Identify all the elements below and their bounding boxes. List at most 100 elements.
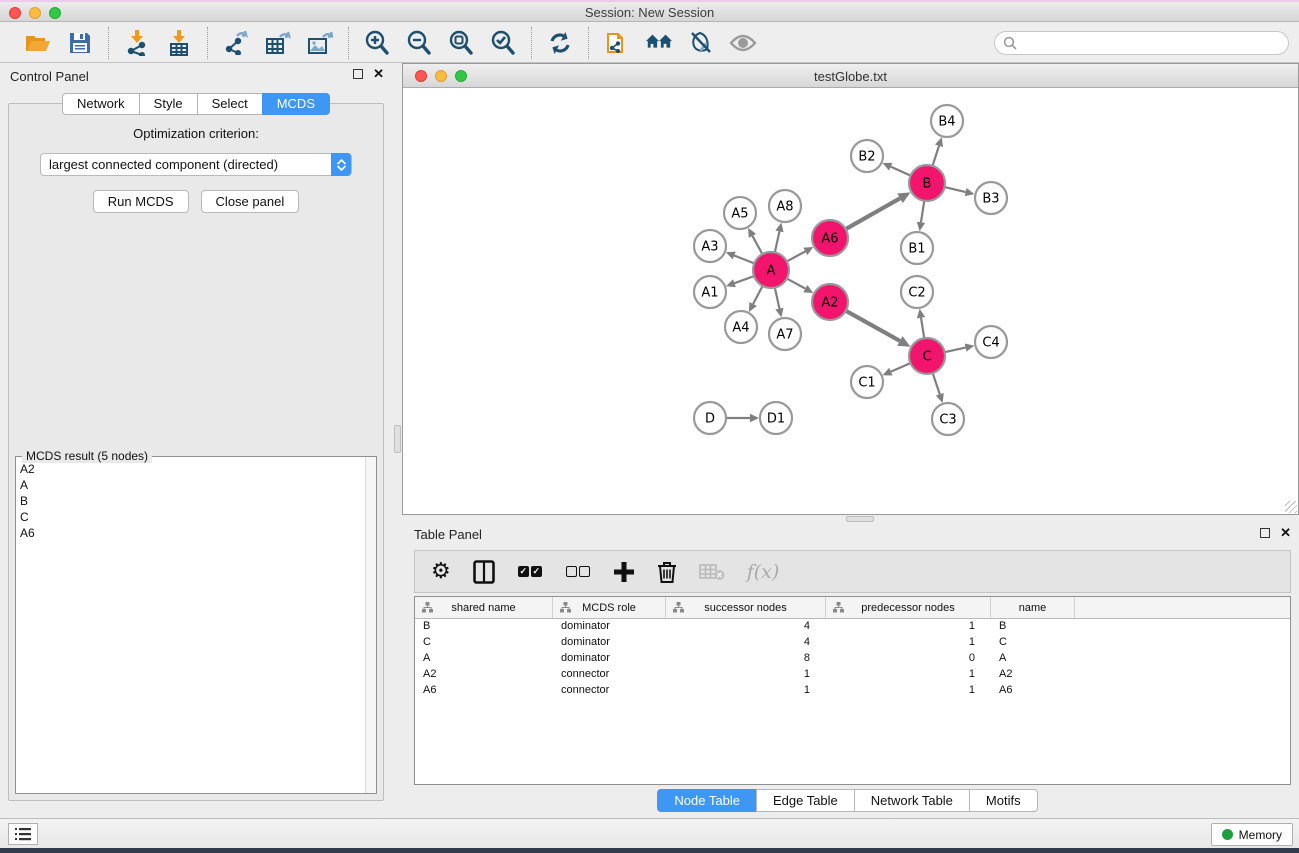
export-table-icon[interactable] [264,29,292,57]
table-cell[interactable]: A [415,651,553,667]
edge-A-A1[interactable] [734,276,754,283]
table-cell[interactable]: 1 [826,683,991,699]
table-cell[interactable]: 1 [826,635,991,651]
clone-network-icon[interactable] [603,29,631,57]
save-session-icon[interactable] [66,29,94,57]
table-cell[interactable]: B [415,619,553,635]
table-close-icon[interactable]: ✕ [1280,528,1291,538]
zoom-selected-icon[interactable] [489,29,517,57]
edge-C-C1[interactable] [891,363,911,372]
edge-A-A2[interactable] [787,279,806,289]
network-graph[interactable]: B4B2BB3A5A8A6A3B1AA1C2A2A4A7C4CC1C3DD1 [403,88,1298,514]
edge-B-B4[interactable] [933,146,939,166]
edge-B-B3[interactable] [945,187,966,192]
table-cell[interactable]: A2 [991,667,1075,683]
select-all-icon[interactable]: ✓✓ [517,559,543,585]
edge-A2-C[interactable] [846,311,900,341]
tab-select[interactable]: Select [197,93,262,115]
search-input[interactable] [1021,36,1288,50]
task-history-button[interactable] [8,823,38,845]
column-header-predecessor-nodes[interactable]: predecessor nodes [826,597,991,618]
tab-motifs[interactable]: Motifs [969,789,1038,812]
table-cell[interactable]: 0 [826,651,991,667]
edge-A-A8[interactable] [775,231,780,252]
table-cell[interactable]: dominator [553,635,666,651]
edge-B-B1[interactable] [921,201,924,223]
table-float-icon[interactable] [1260,528,1270,538]
edge-A-A7[interactable] [775,288,780,309]
result-list-item[interactable]: A6 [20,525,364,541]
refresh-layout-icon[interactable] [546,29,574,57]
network-canvas[interactable]: B4B2BB3A5A8A6A3B1AA1C2A2A4A7C4CC1C3DD1 [403,88,1298,514]
table-cell[interactable]: dominator [553,651,666,667]
table-settings-gear-icon[interactable]: ⚙ [431,559,451,585]
import-network-icon[interactable] [123,29,151,57]
resize-corner-icon[interactable] [1285,501,1297,513]
export-network-icon[interactable] [222,29,250,57]
table-cell[interactable]: dominator [553,619,666,635]
table-row[interactable]: Cdominator41C [415,635,1290,651]
table-cell[interactable]: A2 [415,667,553,683]
table-row[interactable]: A6connector11A6 [415,683,1290,699]
table-cell[interactable]: C [415,635,553,651]
column-header-shared-name[interactable]: shared name [415,597,553,618]
zoom-out-icon[interactable] [405,29,433,57]
result-list-item[interactable]: C [20,509,364,525]
tab-edge-table[interactable]: Edge Table [756,789,854,812]
add-column-icon[interactable] [613,559,635,585]
edge-A6-B[interactable] [846,198,900,229]
network-window-titlebar[interactable]: testGlobe.txt [403,64,1298,88]
result-list-item[interactable]: A2 [20,461,364,477]
table-cell[interactable]: 1 [666,667,826,683]
table-cell[interactable]: B [991,619,1075,635]
table-cell[interactable]: A6 [991,683,1075,699]
column-header-name[interactable]: name [991,597,1075,618]
edge-B-B2[interactable] [891,167,911,176]
function-builder-icon[interactable]: f(x) [747,559,780,585]
table-cell[interactable]: A6 [415,683,553,699]
search-field[interactable] [994,31,1289,55]
table-row[interactable]: Adominator80A [415,651,1290,667]
tab-node-table[interactable]: Node Table [657,789,756,812]
edge-C-C2[interactable] [921,318,924,339]
table-cell[interactable]: connector [553,683,666,699]
edge-A-A3[interactable] [734,256,754,264]
export-image-icon[interactable] [306,29,334,57]
close-panel-icon[interactable]: ✕ [373,69,384,79]
eye-icon[interactable] [729,29,757,57]
tab-mcds[interactable]: MCDS [262,93,330,115]
column-header-MCDS-role[interactable]: MCDS role [553,597,666,618]
float-panel-icon[interactable] [353,69,363,79]
table-cell[interactable]: 1 [826,667,991,683]
table-cell[interactable]: C [991,635,1075,651]
table-cell[interactable]: A [991,651,1075,667]
show-columns-icon[interactable] [473,559,495,585]
deselect-all-icon[interactable] [565,559,591,585]
mcds-result-list[interactable]: A2ABCA6 [20,461,364,791]
delete-table-icon[interactable] [699,559,725,585]
tab-network-table[interactable]: Network Table [854,789,969,812]
memory-button[interactable]: Memory [1211,823,1293,846]
tab-network[interactable]: Network [62,93,139,115]
edge-A-A6[interactable] [787,251,806,261]
run-mcds-button[interactable]: Run MCDS [93,190,189,213]
table-cell[interactable]: 4 [666,619,826,635]
edge-A-A5[interactable] [752,236,762,254]
import-table-icon[interactable] [165,29,193,57]
zoom-fit-icon[interactable] [447,29,475,57]
table-cell[interactable]: 1 [666,683,826,699]
close-panel-button[interactable]: Close panel [201,190,300,213]
open-session-icon[interactable] [24,29,52,57]
home-networks-icon[interactable] [645,29,673,57]
edge-C-C4[interactable] [945,348,966,353]
table-row[interactable]: Bdominator41B [415,619,1290,635]
edge-A-A4[interactable] [753,286,763,304]
toggle-visual-style-icon[interactable] [687,29,715,57]
table-cell[interactable]: connector [553,667,666,683]
table-cell[interactable]: 1 [826,619,991,635]
criterion-select[interactable]: largest connected component (directed) [40,153,352,176]
column-header-successor-nodes[interactable]: successor nodes [666,597,826,618]
table-cell[interactable]: 4 [666,635,826,651]
result-list-item[interactable]: A [20,477,364,493]
result-list-item[interactable]: B [20,493,364,509]
